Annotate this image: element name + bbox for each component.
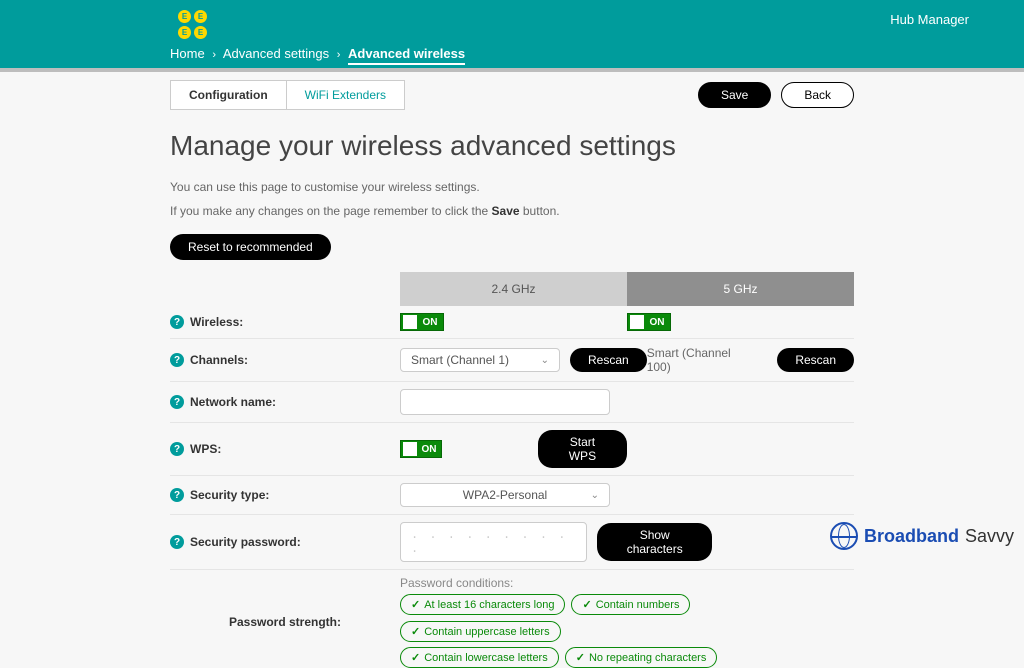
toggle-on-text: ON <box>417 444 441 455</box>
ee-logo: EEEE <box>178 10 208 39</box>
label-security-type: Security type: <box>190 488 269 502</box>
rescan-24-button[interactable]: Rescan <box>570 348 647 372</box>
header-divider <box>0 68 1024 72</box>
check-icon: ✓ <box>582 598 591 611</box>
cond-text: Contain lowercase letters <box>424 652 548 664</box>
show-characters-button[interactable]: Show characters <box>597 523 712 561</box>
band-header-5ghz[interactable]: 5 GHz <box>627 272 854 306</box>
cond-text: Contain uppercase letters <box>424 626 549 638</box>
app-title[interactable]: Hub Manager <box>890 12 969 27</box>
main-content: Manage your wireless advanced settings Y… <box>170 130 854 668</box>
chevron-right-icon: › <box>212 49 216 61</box>
top-bar: Configuration WiFi Extenders Save Back <box>170 80 854 110</box>
check-icon: ✓ <box>411 625 420 638</box>
row-channels: ? Channels: Smart (Channel 1) ⌄ Rescan S… <box>170 339 854 382</box>
label-password-strength: Password strength: <box>229 615 341 629</box>
app-header: EEEE Hub Manager Home › Advanced setting… <box>0 0 1024 68</box>
toggle-on-text: ON <box>417 317 443 328</box>
label-password-conditions: Password conditions: <box>400 576 854 590</box>
check-icon: ✓ <box>411 651 420 664</box>
label-network-name: Network name: <box>190 395 276 409</box>
help-icon[interactable]: ? <box>170 488 184 502</box>
network-name-input[interactable] <box>400 389 610 415</box>
condition-pill-numbers: ✓ Contain numbers <box>571 594 690 615</box>
page-description-1: You can use this page to customise your … <box>170 180 854 194</box>
page-title: Manage your wireless advanced settings <box>170 130 854 162</box>
wireless-24-toggle[interactable]: ON <box>400 313 444 331</box>
watermark-text-2: Savvy <box>965 526 1014 546</box>
condition-pill-no-repeat: ✓ No repeating characters <box>565 647 718 668</box>
row-wireless: ? Wireless: ON ON <box>170 306 854 339</box>
channel-24-select[interactable]: Smart (Channel 1) ⌄ <box>400 348 560 372</box>
label-security-password: Security password: <box>190 535 301 549</box>
tab-wifi-extenders[interactable]: WiFi Extenders <box>286 81 404 109</box>
desc2-bold: Save <box>492 204 520 218</box>
cond-text: No repeating characters <box>589 652 706 664</box>
breadcrumb-current: Advanced wireless <box>348 46 465 65</box>
channel-5-value: Smart (Channel 100) <box>647 346 758 374</box>
band-headers: 2.4 GHz 5 GHz <box>170 272 854 306</box>
label-channels: Channels: <box>190 353 248 367</box>
chevron-down-icon: ⌄ <box>541 355 549 366</box>
desc2-post: button. <box>520 204 560 218</box>
check-icon: ✓ <box>411 598 420 611</box>
cond-text: Contain numbers <box>596 599 680 611</box>
breadcrumb: Home › Advanced settings › Advanced wire… <box>170 46 465 61</box>
help-icon[interactable]: ? <box>170 395 184 409</box>
row-security-type: ? Security type: WPA2-Personal ⌄ <box>170 476 854 515</box>
chevron-down-icon: ⌄ <box>591 490 599 501</box>
chevron-right-icon: › <box>337 49 341 61</box>
desc2-pre: If you make any changes on the page reme… <box>170 204 492 218</box>
wps-toggle[interactable]: ON <box>400 440 442 458</box>
condition-pill-lowercase: ✓ Contain lowercase letters <box>400 647 559 668</box>
band-header-24ghz[interactable]: 2.4 GHz <box>400 272 627 306</box>
tab-configuration[interactable]: Configuration <box>171 81 286 109</box>
breadcrumb-home[interactable]: Home <box>170 46 205 61</box>
globe-icon <box>830 522 858 550</box>
tab-group: Configuration WiFi Extenders <box>170 80 405 110</box>
toggle-on-text: ON <box>644 317 670 328</box>
wireless-5-toggle[interactable]: ON <box>627 313 671 331</box>
help-icon[interactable]: ? <box>170 315 184 329</box>
rescan-5-button[interactable]: Rescan <box>777 348 854 372</box>
page-description-2: If you make any changes on the page reme… <box>170 204 854 218</box>
cond-text: At least 16 characters long <box>424 599 554 611</box>
row-network-name: ? Network name: <box>170 382 854 423</box>
row-security-password: ? Security password: . . . . . . . . . .… <box>170 515 854 570</box>
security-type-value: WPA2-Personal <box>463 488 547 502</box>
reset-recommended-button[interactable]: Reset to recommended <box>170 234 331 260</box>
breadcrumb-advanced-settings[interactable]: Advanced settings <box>223 46 329 61</box>
condition-pill-length: ✓ At least 16 characters long <box>400 594 565 615</box>
watermark-text-1: Broadband <box>864 526 959 547</box>
label-wireless: Wireless: <box>190 315 243 329</box>
help-icon[interactable]: ? <box>170 353 184 367</box>
check-icon: ✓ <box>576 651 585 664</box>
label-wps: WPS: <box>190 442 221 456</box>
security-type-select[interactable]: WPA2-Personal ⌄ <box>400 483 610 507</box>
start-wps-button[interactable]: Start WPS <box>538 430 627 468</box>
save-button[interactable]: Save <box>698 82 771 108</box>
security-password-input[interactable]: . . . . . . . . . . <box>400 522 587 562</box>
row-wps: ? WPS: ON Start WPS <box>170 423 854 476</box>
watermark-logo: Broadband Savvy <box>830 522 1014 550</box>
help-icon[interactable]: ? <box>170 442 184 456</box>
condition-pill-uppercase: ✓ Contain uppercase letters <box>400 621 561 642</box>
row-password-strength: Password strength: Password conditions: … <box>170 576 854 668</box>
help-icon[interactable]: ? <box>170 535 184 549</box>
channel-24-value: Smart (Channel 1) <box>411 353 509 367</box>
back-button[interactable]: Back <box>781 82 854 108</box>
